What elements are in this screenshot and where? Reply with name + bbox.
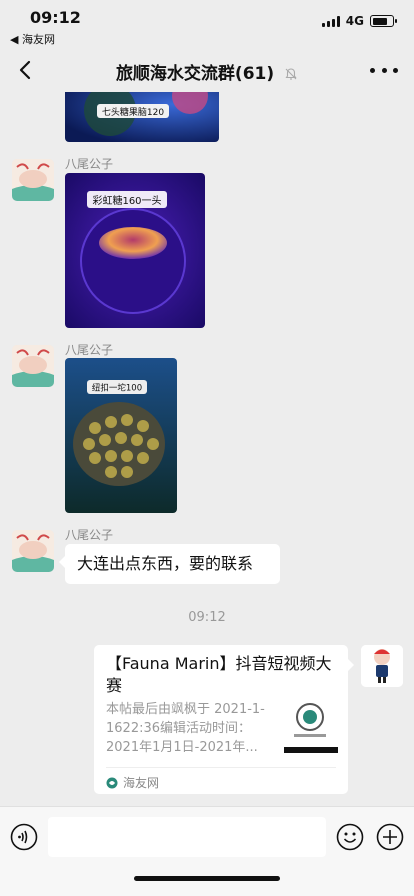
- input-bar: [0, 806, 414, 896]
- message-list[interactable]: 七头糖果脑120 八尾公子 彩虹糖160一头 八尾公子 纽扣一坨100 八尾公子…: [0, 92, 414, 806]
- link-card[interactable]: 【Fauna Marin】抖音短视频大赛 本帖最后由飒枫于 2021-1-162…: [94, 645, 354, 794]
- avatar[interactable]: [12, 345, 54, 387]
- battery-fill: [372, 17, 387, 25]
- more-options-button[interactable]: [370, 56, 398, 84]
- link-card-description: 本帖最后由飒枫于 2021-1-1622:36编辑活动时间：2021年1月1日-…: [106, 702, 265, 755]
- link-card-source-name: 海友网: [123, 776, 160, 790]
- avatar-image: [12, 159, 54, 201]
- coral-photo: 彩虹糖160一头: [65, 173, 205, 328]
- link-card-title: 【Fauna Marin】抖音短视频大赛: [106, 654, 332, 695]
- image-caption: 彩虹糖160一头: [92, 194, 161, 207]
- image-caption: 七头糖果脑120: [102, 106, 164, 118]
- source-logo-icon: [106, 777, 118, 788]
- more-functions-button[interactable]: [376, 823, 404, 851]
- status-bar: 09:12 ◀ 海友网 4G: [0, 0, 414, 48]
- avatar[interactable]: [12, 159, 54, 201]
- chat-header: 旅顺海水交流群(61): [0, 48, 414, 92]
- coral-photo: 纽扣一坨100: [65, 358, 177, 513]
- sender-name: 八尾公子: [65, 157, 114, 171]
- link-card-thumbnail: [284, 697, 338, 753]
- image-caption: 纽扣一坨100: [92, 383, 142, 394]
- voice-icon: [10, 823, 38, 851]
- divider: [106, 767, 336, 768]
- home-indicator: [134, 876, 280, 881]
- back-to-app-link[interactable]: ◀ 海友网: [10, 31, 55, 47]
- plus-icon: [376, 823, 404, 851]
- text-message[interactable]: 大连出点东西，要的联系: [59, 544, 280, 584]
- image-message[interactable]: 纽扣一坨100: [65, 358, 177, 513]
- link-card-source: 海友网: [106, 774, 159, 791]
- status-time: 09:12: [30, 8, 81, 27]
- sender-name: 八尾公子: [65, 343, 114, 357]
- emoji-button[interactable]: [336, 823, 364, 851]
- battery-icon: [370, 15, 397, 27]
- smiley-icon: [336, 823, 364, 851]
- sender-name: 八尾公子: [65, 528, 114, 542]
- network-type: 4G: [345, 14, 364, 28]
- mute-bell-icon: [285, 68, 297, 80]
- image-message[interactable]: 七头糖果脑120: [65, 92, 219, 142]
- avatar[interactable]: [12, 530, 54, 572]
- avatar-image: [12, 345, 54, 387]
- voice-button[interactable]: [10, 823, 38, 851]
- image-message[interactable]: 彩虹糖160一头: [65, 173, 205, 328]
- chat-title: 旅顺海水交流群(61): [0, 59, 414, 84]
- signal-icon: [321, 15, 340, 27]
- coral-photo: 七头糖果脑120: [65, 92, 219, 142]
- message-input[interactable]: [48, 817, 326, 857]
- avatar-image: [361, 645, 403, 687]
- message-timestamp: 09:12: [188, 610, 226, 625]
- my-avatar[interactable]: [361, 645, 403, 687]
- avatar-image: [12, 530, 54, 572]
- status-indicators: 4G: [321, 14, 397, 28]
- group-name: 旅顺海水交流群(61): [115, 64, 275, 84]
